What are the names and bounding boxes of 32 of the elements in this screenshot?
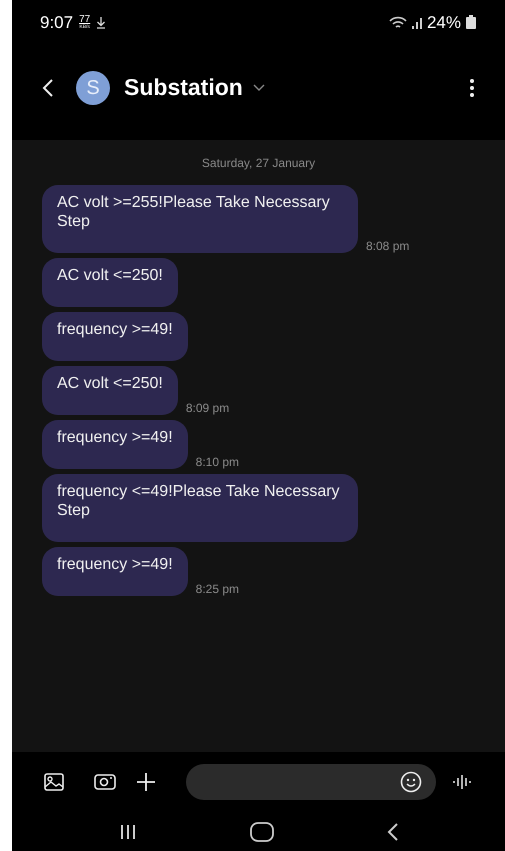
home-icon[interactable]: [250, 822, 274, 842]
message-bubble[interactable]: frequency >=49!: [42, 420, 188, 469]
emoji-icon[interactable]: [400, 771, 422, 793]
status-time: 9:07: [40, 12, 74, 34]
message-time: 8:08 pm: [366, 238, 410, 255]
back-nav-icon[interactable]: [386, 822, 398, 842]
message-time: 8:10 pm: [196, 454, 239, 471]
message-input-field[interactable]: [186, 764, 436, 800]
date-divider: Saturday, 27 January: [202, 155, 316, 172]
message-time: 8:25 pm: [196, 581, 239, 598]
voice-icon[interactable]: [452, 773, 472, 791]
back-icon[interactable]: [42, 78, 54, 98]
battery-icon: [465, 15, 477, 30]
message-bubble[interactable]: AC volt <=250!: [42, 258, 178, 307]
recent-apps-icon[interactable]: [118, 824, 136, 840]
wifi-icon: [388, 16, 407, 30]
signal-icon: [410, 16, 423, 30]
message-bubble[interactable]: frequency >=49!: [42, 312, 188, 361]
message-time: 8:09 pm: [186, 400, 230, 417]
message-bubble[interactable]: frequency >=49!: [42, 547, 188, 596]
more-options-icon[interactable]: [469, 78, 475, 98]
gallery-icon[interactable]: [44, 773, 64, 791]
camera-icon[interactable]: [94, 774, 116, 790]
download-icon: [96, 16, 106, 29]
battery-percent: 24%: [426, 12, 461, 34]
message-bubble[interactable]: AC volt >=255!Please Take Necessary Step: [42, 185, 358, 253]
plus-icon[interactable]: [136, 772, 156, 792]
message-bubble[interactable]: AC volt <=250!: [42, 366, 178, 415]
contact-name[interactable]: Substation: [124, 70, 243, 105]
contact-avatar: S: [76, 70, 110, 104]
message-bubble[interactable]: frequency <=49!Please Take Necessary Step: [42, 474, 358, 542]
chevron-down-icon[interactable]: [252, 84, 265, 92]
